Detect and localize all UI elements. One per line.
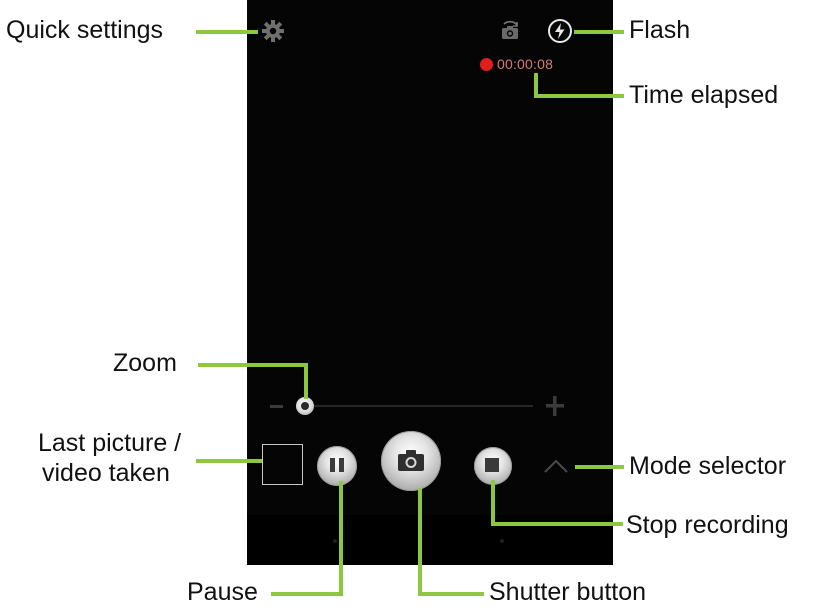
leader-zoom-vertical [304, 363, 308, 399]
pause-button[interactable] [317, 446, 357, 486]
stop-icon [485, 458, 499, 472]
zoom-slider-thumb[interactable] [296, 397, 314, 415]
leader-mode-selector [575, 465, 624, 469]
flash-auto-icon[interactable] [547, 18, 573, 49]
leader-flash [574, 30, 624, 34]
leader-shutter [418, 592, 484, 596]
chevron-up-icon[interactable] [543, 458, 569, 474]
gear-icon[interactable] [262, 20, 284, 47]
leader-zoom [198, 363, 308, 367]
nav-recents-dot[interactable] [500, 539, 504, 543]
shutter-button[interactable] [381, 431, 441, 491]
elapsed-time: 00:00:08 [497, 56, 554, 72]
nav-back-dot[interactable] [333, 539, 337, 543]
switch-camera-icon[interactable] [498, 19, 522, 48]
callout-flash: Flash [629, 16, 691, 44]
leader-time-elapsed [534, 94, 624, 98]
callout-time-elapsed: Time elapsed [629, 81, 779, 109]
leader-pause-vertical [339, 481, 343, 596]
leader-stop-recording [491, 522, 623, 526]
camera-icon [398, 450, 424, 477]
recording-timer: 00:00:08 [480, 56, 553, 72]
leader-quick-settings [196, 30, 258, 34]
callout-last-picture-line1: Last picture / [38, 429, 182, 457]
leader-shutter-vertical [418, 488, 422, 596]
callout-shutter-button: Shutter button [489, 578, 647, 606]
callout-mode-selector: Mode selector [629, 452, 787, 480]
leader-pause [271, 592, 343, 596]
red-dot-icon [480, 57, 493, 71]
leader-last-picture [196, 459, 262, 463]
callout-stop-recording: Stop recording [626, 511, 789, 539]
callout-quick-settings: Quick settings [6, 16, 164, 44]
zoom-slider-track[interactable] [296, 405, 533, 407]
callout-pause: Pause [187, 578, 258, 606]
last-picture-thumbnail[interactable] [262, 444, 303, 485]
plus-icon[interactable] [546, 396, 564, 416]
callout-last-picture-line2: video taken [42, 459, 170, 487]
minus-icon[interactable] [270, 405, 283, 408]
leader-stop-vertical [491, 480, 495, 526]
callout-zoom: Zoom [113, 349, 177, 377]
